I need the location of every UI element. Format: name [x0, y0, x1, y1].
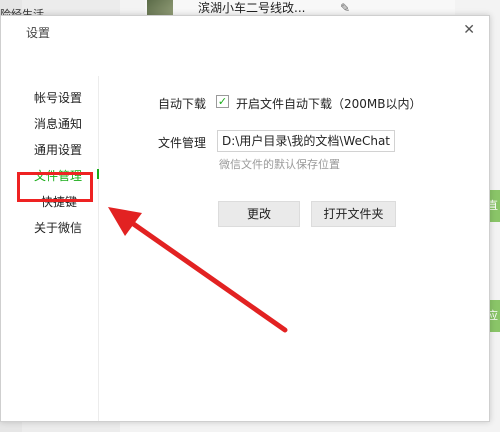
arrow-shaft [122, 215, 288, 333]
annotation-arrow [108, 207, 288, 333]
arrow-head [108, 207, 142, 236]
